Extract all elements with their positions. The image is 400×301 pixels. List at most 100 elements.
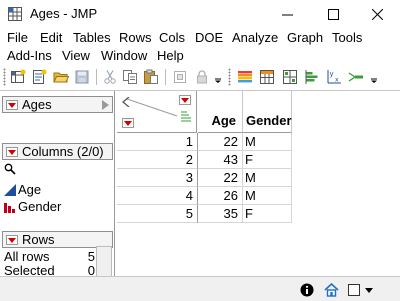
column-search-input[interactable] <box>2 161 113 177</box>
nominal-icon <box>4 201 16 213</box>
data-table-icon <box>238 71 252 83</box>
rows-red-triangle-icon[interactable] <box>122 118 134 128</box>
svg-text:x: x <box>335 77 339 84</box>
table-red-triangle-icon[interactable] <box>6 100 18 110</box>
toolbar-grip[interactable] <box>228 68 231 86</box>
cell-age[interactable]: 22 <box>198 133 243 151</box>
sort-rows-icon[interactable] <box>180 110 192 125</box>
distribution-icon <box>305 70 318 84</box>
column-header-age[interactable]: Age <box>198 91 243 133</box>
column-header-gender[interactable]: Gender <box>243 91 292 133</box>
data-grid: Age Gender 1 22 M 2 43 F 3 22 M 4 26 M 5… <box>116 91 400 277</box>
menu-help[interactable]: Help <box>153 48 188 64</box>
column-item-gender[interactable]: Gender <box>4 199 61 215</box>
home-button[interactable] <box>322 281 340 298</box>
window-select-icon <box>348 283 373 296</box>
paste-icon <box>144 69 158 84</box>
fit-model-button[interactable] <box>347 68 365 86</box>
status-bar <box>0 276 400 301</box>
copy-button[interactable] <box>121 68 139 86</box>
rows-stat-value: 5 <box>87 249 95 264</box>
fit-y-by-x-button[interactable]: y x <box>325 68 343 86</box>
new-data-table-button[interactable] <box>9 68 27 86</box>
column-item-age[interactable]: Age <box>4 182 41 198</box>
new-script-icon <box>33 69 47 84</box>
rows-panel-scrollbar[interactable] <box>96 246 112 278</box>
menu-file[interactable]: File <box>3 30 32 46</box>
menu-analyze[interactable]: Analyze <box>228 30 282 46</box>
cut-icon <box>104 70 116 84</box>
columns-red-triangle-icon[interactable] <box>6 147 18 157</box>
data-table-window: Ages Columns (2/0) Age Gender Rows All r… <box>0 90 400 278</box>
new-script-button[interactable] <box>30 68 48 86</box>
info-button[interactable] <box>298 281 316 298</box>
rows-stat-all: All rows 5 <box>4 249 95 264</box>
copy-with-labels-button[interactable] <box>171 68 189 86</box>
rows-red-triangle-icon[interactable] <box>6 235 18 245</box>
cut-button[interactable] <box>101 68 119 86</box>
menu-add-ins[interactable]: Add-Ins <box>3 48 56 64</box>
columns-panel-title: Columns (2/0) <box>22 144 104 159</box>
cell-gender[interactable]: F <box>243 151 292 169</box>
maximize-button[interactable] <box>310 0 356 28</box>
cell-gender[interactable]: M <box>243 133 292 151</box>
cell-age[interactable]: 43 <box>198 151 243 169</box>
toolbar-overflow-button[interactable] <box>213 68 223 86</box>
copy-with-labels-icon <box>174 71 186 83</box>
row-number[interactable]: 2 <box>117 151 198 169</box>
cell-gender[interactable]: M <box>243 169 292 187</box>
select-all-columns-icon[interactable] <box>121 95 130 110</box>
column-header-label: Gender <box>246 113 292 128</box>
minimize-button[interactable] <box>264 0 310 28</box>
cell-age[interactable]: 35 <box>198 205 243 223</box>
menu-rows[interactable]: Rows <box>115 30 156 46</box>
cell-gender[interactable]: M <box>243 187 292 205</box>
grid-corner <box>117 91 197 133</box>
cell-age[interactable]: 26 <box>198 187 243 205</box>
jmp-app-icon <box>8 7 22 21</box>
column-name: Gender <box>18 199 62 214</box>
fit-y-by-x-icon: y x <box>327 70 341 84</box>
row-number[interactable]: 1 <box>117 133 198 151</box>
toolbar-grip[interactable] <box>3 68 6 86</box>
info-icon <box>300 283 314 296</box>
menu-tools[interactable]: Tools <box>328 30 366 46</box>
close-icon <box>371 8 383 20</box>
lock-button[interactable] <box>193 68 211 86</box>
column-header-label: Age <box>211 113 236 128</box>
cell-gender[interactable]: F <box>243 205 292 223</box>
menu-graph[interactable]: Graph <box>283 30 327 46</box>
tabulate-button[interactable] <box>258 68 276 86</box>
columns-red-triangle-icon[interactable] <box>179 95 191 105</box>
distribution-button[interactable] <box>303 68 321 86</box>
menu-edit[interactable]: Edit <box>36 30 66 46</box>
table-panel-header[interactable]: Ages <box>2 96 113 113</box>
window-list-button[interactable] <box>347 281 377 298</box>
menu-cols[interactable]: Cols <box>155 30 189 46</box>
paste-button[interactable] <box>142 68 160 86</box>
open-button[interactable] <box>52 68 70 86</box>
menu-tables[interactable]: Tables <box>69 30 115 46</box>
menu-window[interactable]: Window <box>97 48 151 64</box>
toolbar-overflow-button[interactable] <box>369 68 379 86</box>
close-button[interactable] <box>354 0 400 28</box>
menu-doe[interactable]: DOE <box>191 30 227 46</box>
cell-age[interactable]: 22 <box>198 169 243 187</box>
data-table-button[interactable] <box>236 68 254 86</box>
row-number[interactable]: 3 <box>117 169 198 187</box>
menu-view[interactable]: View <box>58 48 94 64</box>
save-button[interactable] <box>73 68 91 86</box>
graph-builder-button[interactable] <box>281 68 299 86</box>
graph-builder-icon <box>283 70 297 84</box>
open-icon <box>53 72 69 83</box>
left-panel: Ages Columns (2/0) Age Gender Rows All r… <box>0 91 115 278</box>
columns-panel-header[interactable]: Columns (2/0) <box>2 143 113 160</box>
tabulate-icon <box>260 70 274 84</box>
collapse-panel-icon[interactable] <box>102 100 109 110</box>
search-icon <box>4 163 16 175</box>
home-icon <box>323 282 339 297</box>
continuous-icon <box>4 184 16 196</box>
row-number[interactable]: 5 <box>117 205 198 223</box>
row-number[interactable]: 4 <box>117 187 198 205</box>
svg-text:y: y <box>330 70 334 78</box>
